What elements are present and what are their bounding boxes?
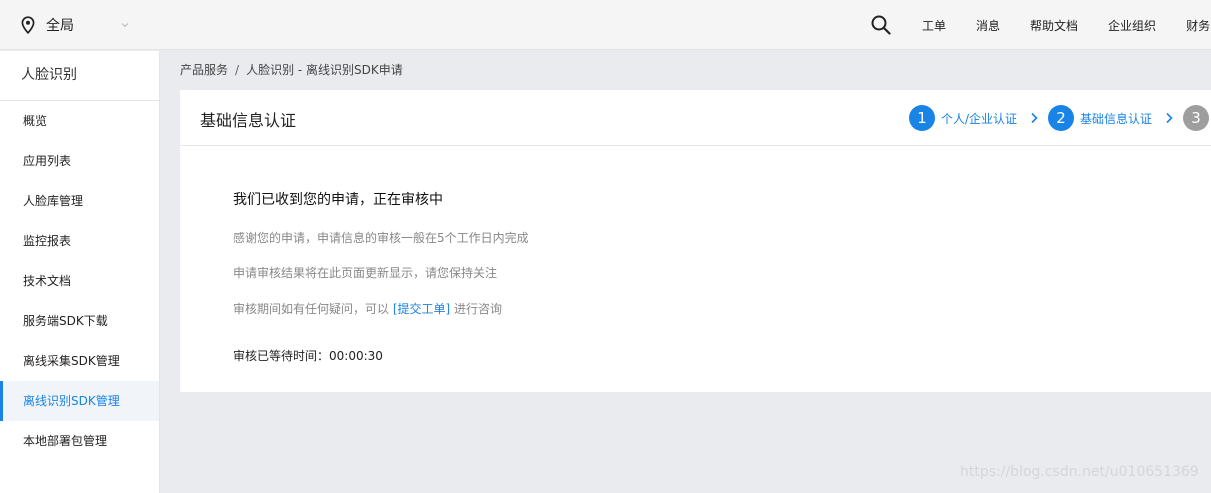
sidebar-title: 人脸识别: [0, 51, 159, 101]
status-title: 我们已收到您的申请，正在审核中: [233, 192, 443, 208]
contact-suffix: 进行咨询: [450, 302, 503, 316]
nav-help-docs[interactable]: 帮助文档: [1030, 17, 1078, 34]
region-label: 全局: [46, 18, 74, 34]
submit-ticket-link[interactable]: [提交工单]: [393, 302, 450, 316]
search-icon[interactable]: [870, 14, 892, 36]
nav-ticket[interactable]: 工单: [922, 17, 946, 34]
sidebar-item-offline-recognition-sdk[interactable]: 离线识别SDK管理: [0, 381, 159, 421]
breadcrumb-current: 人脸识别 - 离线识别SDK申请: [246, 63, 403, 77]
page-title: 基础信息认证: [200, 111, 297, 130]
breadcrumb-separator: /: [235, 63, 240, 77]
main-card: 基础信息认证 1 个人/企业认证 2 基础信息认证 3 我们已收到您的申请，正在…: [180, 90, 1211, 392]
sidebar-item-app-list[interactable]: 应用列表: [0, 141, 159, 181]
step-indicator: 1 个人/企业认证 2 基础信息认证 3: [909, 105, 1210, 131]
breadcrumb-root[interactable]: 产品服务: [180, 61, 228, 79]
sidebar-item-overview[interactable]: 概览: [0, 101, 159, 141]
status-line-update-notice: 申请审核结果将在此页面更新显示，请您保持关注: [233, 266, 498, 280]
top-bar: 全局 工单 消息 帮助文档 企业组织 财务: [0, 0, 1211, 50]
status-line-contact: 审核期间如有任何疑问，可以 [提交工单] 进行咨询: [233, 300, 502, 317]
breadcrumb: 产品服务 / 人脸识别 - 离线识别SDK申请: [180, 61, 403, 79]
step-3-number: 3: [1183, 105, 1210, 131]
nav-finance[interactable]: 财务: [1186, 17, 1210, 34]
top-nav: 工单 消息 帮助文档 企业组织 财务: [922, 0, 1211, 50]
sidebar-item-offline-capture-sdk[interactable]: 离线采集SDK管理: [0, 341, 159, 381]
watermark: https://blog.csdn.net/u010651369: [960, 464, 1199, 480]
sidebar-item-local-deploy[interactable]: 本地部署包管理: [0, 421, 159, 461]
step-2-number: 2: [1048, 105, 1075, 131]
location-pin-icon: [21, 16, 35, 34]
step-2-label: 基础信息认证: [1080, 111, 1153, 126]
card-header: 基础信息认证 1 个人/企业认证 2 基础信息认证 3: [180, 90, 1211, 146]
region-selector[interactable]: 全局: [20, 0, 129, 50]
sidebar-item-face-library[interactable]: 人脸库管理: [0, 181, 159, 221]
chevron-right-icon: [1166, 112, 1173, 124]
step-1-number: 1: [909, 105, 935, 131]
wait-time: 审核已等待时间：00:00:30: [233, 347, 383, 364]
wait-time-label: 审核已等待时间：: [233, 349, 330, 363]
contact-prefix: 审核期间如有任何疑问，可以: [233, 302, 393, 316]
sidebar: 人脸识别 概览 应用列表 人脸库管理 监控报表 技术文档 服务端SDK下载 离线…: [0, 51, 160, 493]
nav-messages[interactable]: 消息: [976, 17, 1000, 34]
wait-time-value: 00:00:30: [329, 349, 383, 363]
chevron-right-icon: [1031, 112, 1038, 124]
chevron-down-icon: [121, 23, 129, 28]
sidebar-item-server-sdk[interactable]: 服务端SDK下载: [0, 301, 159, 341]
status-line-review-period: 感谢您的申请，申请信息的审核一般在5个工作日内完成: [233, 231, 529, 245]
nav-enterprise-org[interactable]: 企业组织: [1108, 17, 1156, 34]
step-1-label: 个人/企业认证: [941, 111, 1018, 126]
sidebar-item-tech-docs[interactable]: 技术文档: [0, 261, 159, 301]
sidebar-item-monitoring[interactable]: 监控报表: [0, 221, 159, 261]
